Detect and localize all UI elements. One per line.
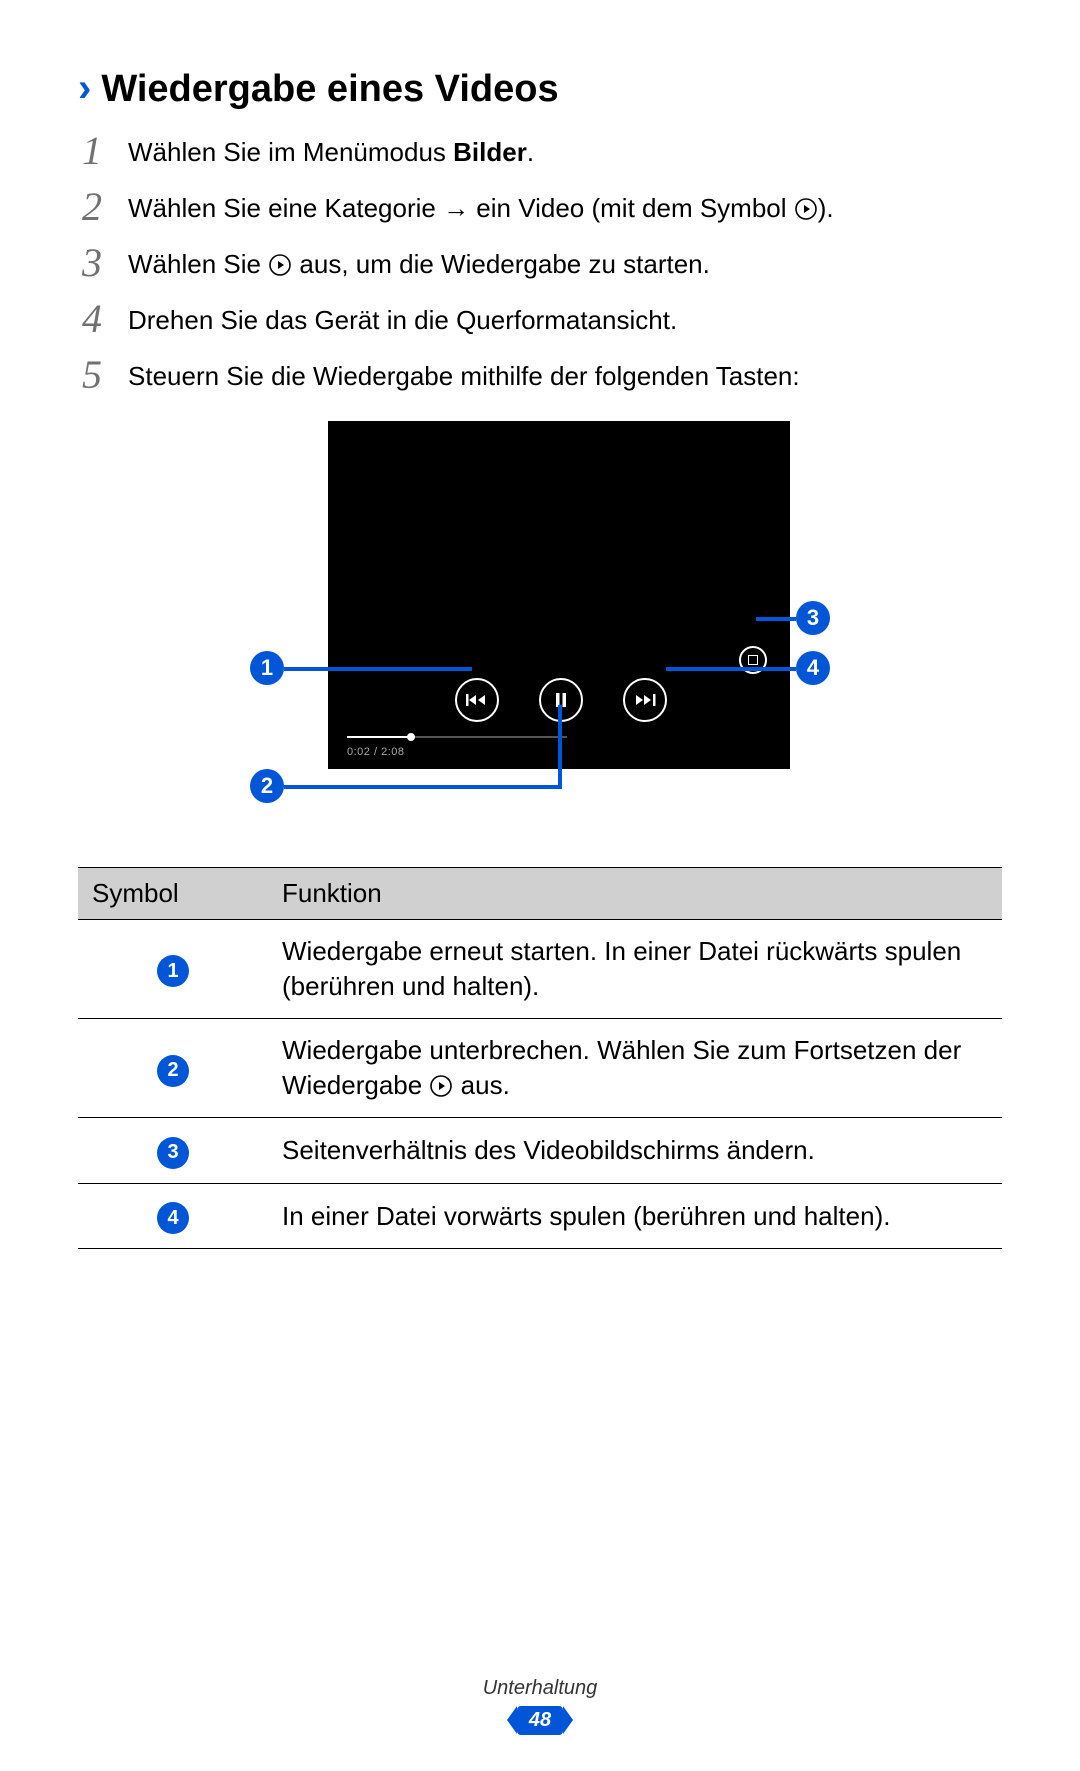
step-number: 4	[78, 299, 106, 339]
step-item: 3 Wählen Sie aus, um die Wiedergabe zu s…	[78, 247, 1002, 287]
timecode: 0:02 / 2:08	[347, 746, 405, 758]
table-row: 3 Seitenverhältnis des Videobildschirms …	[78, 1118, 1002, 1184]
page-number: 48	[517, 1706, 563, 1735]
step-text: Wählen Sie aus, um die Wiedergabe zu sta…	[128, 247, 1002, 282]
heading-title: Wiedergabe eines Videos	[101, 68, 558, 111]
step-number: 3	[78, 243, 106, 283]
callout-badge-3: 3	[796, 601, 830, 635]
table-row: 1 Wiedergabe erneut starten. In einer Da…	[78, 920, 1002, 1019]
steps-list: 1 Wählen Sie im Menümodus Bilder. 2 Wähl…	[78, 135, 1002, 399]
footer-category: Unterhaltung	[0, 1677, 1080, 1700]
rewind-icon	[455, 678, 499, 722]
section-heading: › Wiedergabe eines Videos	[78, 68, 1002, 111]
step-text: Steuern Sie die Wiedergabe mithilfe der …	[128, 359, 1002, 394]
row-text: Wiedergabe unterbrechen. Wählen Sie zum …	[268, 1019, 1002, 1118]
step-number: 2	[78, 187, 106, 227]
step-number: 5	[78, 355, 106, 395]
step-item: 4 Drehen Sie das Gerät in die Querformat…	[78, 303, 1002, 343]
step-item: 5 Steuern Sie die Wiedergabe mithilfe de…	[78, 359, 1002, 399]
table-row: 4 In einer Datei vorwärts spulen (berühr…	[78, 1183, 1002, 1249]
callout-line	[558, 705, 562, 789]
function-table: Symbol Funktion 1 Wiedergabe erneut star…	[78, 867, 1002, 1249]
callout-badge-2: 2	[250, 769, 284, 803]
row-badge: 3	[157, 1137, 189, 1169]
step-text: Wählen Sie eine Kategorie → ein Video (m…	[128, 191, 1002, 226]
row-text: Seitenverhältnis des Videobildschirms än…	[268, 1118, 1002, 1184]
play-circle-icon	[794, 197, 818, 221]
step-number: 1	[78, 131, 106, 171]
row-text: In einer Datei vorwärts spulen (berühren…	[268, 1183, 1002, 1249]
callout-line	[284, 667, 472, 671]
callout-badge-1: 1	[250, 651, 284, 685]
step-text: Wählen Sie im Menümodus Bilder.	[128, 135, 1002, 170]
th-symbol: Symbol	[78, 868, 268, 920]
row-badge: 4	[157, 1202, 189, 1234]
step-item: 1 Wählen Sie im Menümodus Bilder.	[78, 135, 1002, 175]
page-footer: Unterhaltung 48	[0, 1677, 1080, 1735]
th-funktion: Funktion	[268, 868, 1002, 920]
chevron-icon: ›	[78, 68, 91, 108]
progress-bar	[347, 736, 567, 738]
callout-line	[666, 667, 796, 671]
row-badge: 2	[157, 1055, 189, 1087]
step-text: Drehen Sie das Gerät in die Querformatan…	[128, 303, 1002, 338]
step-item: 2 Wählen Sie eine Kategorie → ein Video …	[78, 191, 1002, 231]
forward-icon	[623, 678, 667, 722]
callout-line	[756, 617, 796, 621]
row-text: Wiedergabe erneut starten. In einer Date…	[268, 920, 1002, 1019]
play-circle-icon	[429, 1074, 453, 1098]
play-circle-icon	[268, 253, 292, 277]
row-badge: 1	[157, 955, 189, 987]
callout-line	[284, 785, 560, 789]
video-diagram: 0:02 / 2:08 1 2 3 4	[250, 421, 830, 831]
table-row: 2 Wiedergabe unterbrechen. Wählen Sie zu…	[78, 1019, 1002, 1118]
callout-badge-4: 4	[796, 651, 830, 685]
